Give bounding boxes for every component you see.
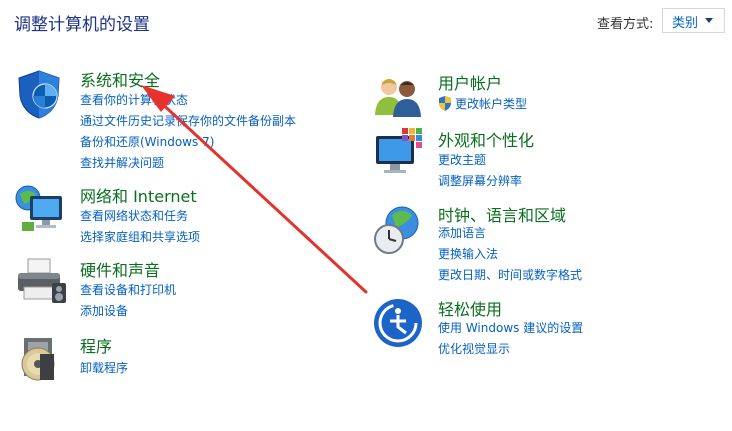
page-title: 调整计算机的设置 [14,15,150,35]
monitor-palette-icon [372,126,426,180]
category-programs: 程序 卸载程序 [14,332,334,392]
add-device-link[interactable]: 添加设备 [80,302,128,319]
uninstall-program-link[interactable]: 卸载程序 [80,359,128,376]
programs-disc-icon [14,334,68,388]
ease-of-access-icon [372,297,426,351]
adjust-resolution-link[interactable]: 调整屏幕分辨率 [438,172,522,189]
category-clock-language-region: 时钟、语言和区域 添加语言 更换输入法 更改日期、时间或数字格式 [372,201,712,285]
category-hardware-sound: 硬件和声音 查看设备和打印机 添加设备 [14,256,334,326]
view-by-dropdown[interactable]: 类别 [662,8,725,33]
system-security-title[interactable]: 系统和安全 [80,67,160,91]
windows-recommended-settings-link[interactable]: 使用 Windows 建议的设置 [438,319,583,336]
hardware-sound-title[interactable]: 硬件和声音 [80,257,160,281]
change-theme-link[interactable]: 更改主题 [438,151,486,168]
category-user-accounts: 用户帐户 更改帐户类型 [372,69,712,123]
network-globe-icon [14,182,68,236]
user-accounts-title[interactable]: 用户帐户 [438,70,502,94]
view-network-status-link[interactable]: 查看网络状态和任务 [80,207,188,224]
printer-icon [14,257,68,311]
change-account-type-link[interactable]: 更改帐户类型 [438,95,527,112]
devices-printers-link[interactable]: 查看设备和打印机 [80,281,176,298]
optimize-visual-display-link[interactable]: 优化视觉显示 [438,340,510,357]
troubleshoot-link[interactable]: 查找并解决问题 [80,154,164,171]
network-internet-title[interactable]: 网络和 Internet [80,183,197,207]
category-network-internet: 网络和 Internet 查看网络状态和任务 选择家庭组和共享选项 [14,182,334,252]
users-icon [372,71,426,125]
view-computer-status-link[interactable]: 查看你的计算机状态 [80,91,188,108]
file-history-backup-link[interactable]: 通过文件历史记录保存你的文件备份副本 [80,112,296,129]
view-by-label: 查看方式: [597,17,654,32]
category-ease-of-access: 轻松使用 使用 Windows 建议的设置 优化视觉显示 [372,295,712,359]
add-language-link[interactable]: 添加语言 [438,224,486,241]
clock-globe-icon [372,203,426,257]
category-appearance: 外观和个性化 更改主题 调整屏幕分辨率 [372,126,712,190]
chevron-down-icon [705,18,713,23]
backup-restore-link[interactable]: 备份和还原(Windows 7) [80,133,214,150]
view-by-value: 类别 [672,16,699,31]
appearance-title[interactable]: 外观和个性化 [438,127,534,151]
homegroup-sharing-link[interactable]: 选择家庭组和共享选项 [80,228,200,245]
change-account-type-label: 更改帐户类型 [455,97,528,111]
ease-of-access-title[interactable]: 轻松使用 [438,296,502,320]
clock-language-region-title[interactable]: 时钟、语言和区域 [438,202,566,226]
shield-icon [14,68,68,122]
change-date-time-format-link[interactable]: 更改日期、时间或数字格式 [438,266,582,283]
programs-title[interactable]: 程序 [80,333,112,357]
change-input-method-link[interactable]: 更换输入法 [438,245,498,262]
uac-shield-icon [439,96,451,111]
category-system-security: 系统和安全 查看你的计算机状态 通过文件历史记录保存你的文件备份副本 备份和还原… [14,66,334,176]
